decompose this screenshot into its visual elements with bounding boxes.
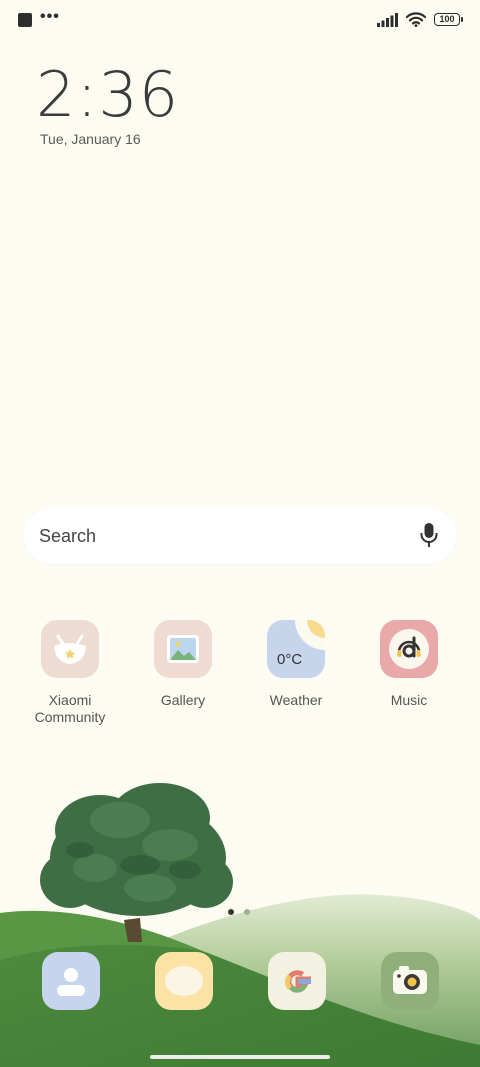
camera-icon[interactable]: [381, 952, 439, 1010]
app-label: Weather: [269, 692, 323, 708]
wallpaper-landscape: [0, 783, 480, 1067]
app-label: Xiaomi Community: [34, 692, 106, 725]
google-icon[interactable]: [268, 952, 326, 1010]
app-label: Music: [390, 692, 428, 708]
home-gesture-bar[interactable]: [150, 1055, 330, 1059]
clock-date[interactable]: Tue, January 16: [40, 131, 141, 147]
microphone-icon[interactable]: [420, 522, 438, 550]
weather-temp: 0°C: [277, 651, 303, 668]
signal-bars-icon: [377, 12, 398, 27]
messaging-icon[interactable]: [155, 952, 213, 1010]
clock-time[interactable]: 2:36: [36, 58, 179, 131]
app-gallery[interactable]: Gallery: [133, 620, 233, 709]
wifi-icon: [406, 12, 426, 27]
status-bar: ••• 100: [0, 0, 480, 42]
gallery-icon: [154, 620, 212, 678]
app-music[interactable]: Music: [359, 620, 459, 709]
search-bar[interactable]: Search: [24, 508, 456, 564]
page-dot-active: [228, 909, 234, 915]
music-icon: [380, 620, 438, 678]
contacts-icon[interactable]: [42, 952, 100, 1010]
app-label: Gallery: [160, 692, 206, 708]
weather-icon: 0°C: [267, 620, 325, 678]
more-notifications-icon: •••: [40, 8, 60, 25]
square-notification-icon: [18, 13, 32, 27]
battery-icon: 100: [434, 13, 463, 26]
xiaomi-community-icon: [41, 620, 99, 678]
page-indicator[interactable]: [228, 909, 250, 915]
app-weather[interactable]: 0°C Weather: [246, 620, 346, 709]
app-xiaomi-community[interactable]: Xiaomi Community: [20, 620, 120, 726]
search-placeholder: Search: [39, 526, 97, 546]
page-dot: [244, 909, 250, 915]
